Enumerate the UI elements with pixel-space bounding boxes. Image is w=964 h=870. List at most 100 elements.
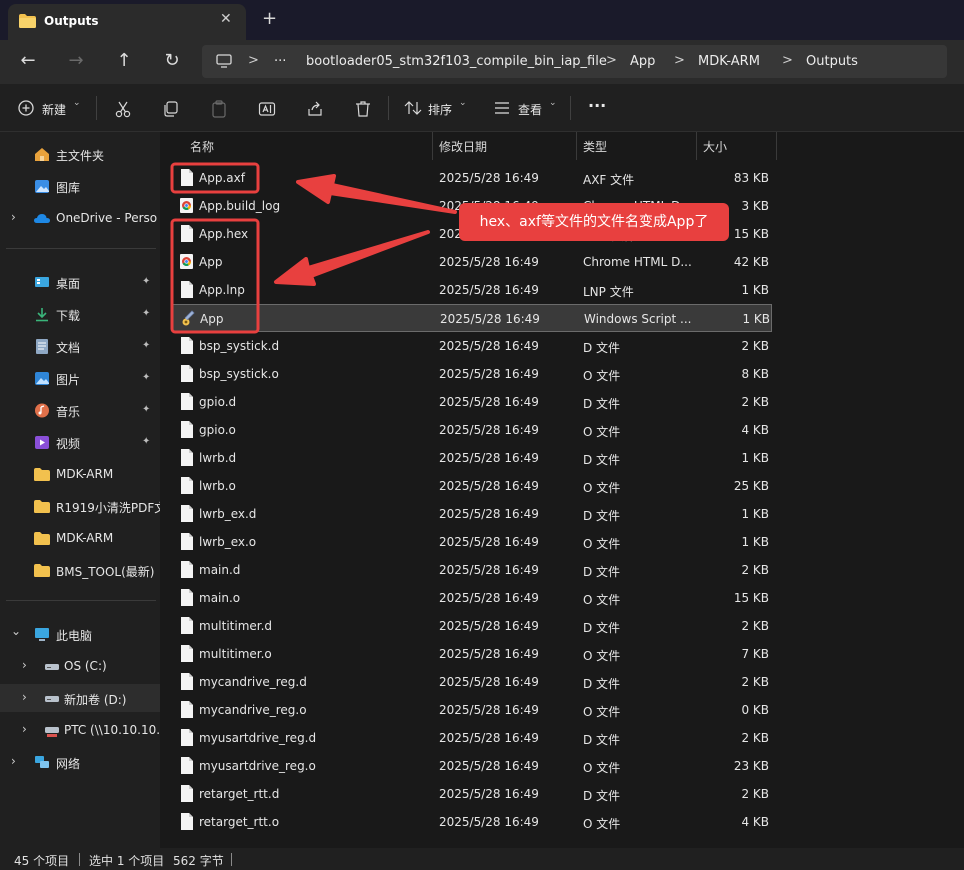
breadcrumb[interactable]: > ··· bootloader05_stm32f103_compile_bin… xyxy=(202,45,947,78)
column-divider[interactable] xyxy=(432,132,433,160)
chevron-right-icon[interactable]: › xyxy=(22,722,27,736)
table-row[interactable]: myusartdrive_reg.d 2025/5/28 16:49 D 文件 2 K… xyxy=(172,724,772,752)
pin-icon[interactable]: ✦ xyxy=(142,404,150,415)
sidebar-item-desktop[interactable]: 桌面 ✦ xyxy=(0,268,160,296)
file-date: 2025/5/28 16:49 xyxy=(439,423,539,437)
file-icon xyxy=(181,477,193,494)
pin-icon[interactable]: ✦ xyxy=(142,436,150,447)
sidebar-item-drive-c[interactable]: › OS (C:) xyxy=(0,652,160,680)
sidebar-item-mdk-arm-2[interactable]: MDK-ARM xyxy=(0,524,160,552)
network-icon xyxy=(35,756,49,768)
table-row[interactable]: gpio.d 2025/5/28 16:49 D 文件 2 KB xyxy=(172,388,772,416)
breadcrumb-item[interactable]: bootloader05_stm32f103_compile_bin_iap_f… xyxy=(306,54,607,69)
table-row[interactable]: retarget_rtt.o 2025/5/28 16:49 O 文件 4 KB xyxy=(172,808,772,836)
table-row[interactable]: bsp_systick.d 2025/5/28 16:49 D 文件 2 KB xyxy=(172,332,772,360)
sidebar-item-downloads[interactable]: 下载 ✦ xyxy=(0,300,160,328)
sidebar-item-videos[interactable]: 视频 ✦ xyxy=(0,428,160,456)
table-row[interactable]: bsp_systick.o 2025/5/28 16:49 O 文件 8 KB xyxy=(172,360,772,388)
sidebar-item-documents[interactable]: 文档 ✦ xyxy=(0,332,160,360)
file-size: 1 KB xyxy=(741,451,769,465)
table-row[interactable]: gpio.o 2025/5/28 16:49 O 文件 4 KB xyxy=(172,416,772,444)
close-icon[interactable]: ✕ xyxy=(220,11,232,27)
sidebar-item-onedrive[interactable]: › OneDrive - Perso xyxy=(0,204,160,232)
breadcrumb-overflow[interactable]: ··· xyxy=(274,54,286,69)
pin-icon[interactable]: ✦ xyxy=(142,340,150,351)
chevron-down-icon: ⌄ xyxy=(73,98,81,108)
table-row[interactable]: multitimer.o 2025/5/28 16:49 O 文件 7 KB xyxy=(172,640,772,668)
file-name: lwrb.o xyxy=(199,479,236,493)
table-row[interactable]: main.o 2025/5/28 16:49 O 文件 15 KB xyxy=(172,584,772,612)
drive-icon xyxy=(45,664,59,670)
tab-outputs[interactable]: Outputs ✕ xyxy=(8,4,246,40)
sidebar-item-this-pc[interactable]: ⌄ 此电脑 xyxy=(0,620,160,648)
table-row[interactable]: mycandrive_reg.o 2025/5/28 16:49 O 文件 0 KB xyxy=(172,696,772,724)
table-row[interactable]: main.d 2025/5/28 16:49 D 文件 2 KB xyxy=(172,556,772,584)
table-row[interactable]: retarget_rtt.d 2025/5/28 16:49 D 文件 2 KB xyxy=(172,780,772,808)
pin-icon[interactable]: ✦ xyxy=(142,372,150,383)
back-button[interactable]: ← xyxy=(16,50,40,74)
column-type[interactable]: 类型 xyxy=(583,138,607,155)
sidebar-item-home[interactable]: 主文件夹 xyxy=(0,140,160,168)
share-icon[interactable] xyxy=(306,98,324,120)
sidebar-item-mdk-arm[interactable]: MDK-ARM xyxy=(0,460,160,488)
table-row[interactable]: mycandrive_reg.d 2025/5/28 16:49 D 文件 2 KB xyxy=(172,668,772,696)
sidebar-item-network[interactable]: › 网络 xyxy=(0,748,160,776)
sidebar-item-pictures[interactable]: 图片 ✦ xyxy=(0,364,160,392)
sidebar-item-bms-tool[interactable]: BMS_TOOL(最新) xyxy=(0,556,160,584)
column-divider[interactable] xyxy=(576,132,577,160)
table-row[interactable]: lwrb_ex.o 2025/5/28 16:49 O 文件 1 KB xyxy=(172,528,772,556)
breadcrumb-item[interactable]: Outputs xyxy=(806,54,858,69)
table-row[interactable]: lwrb.o 2025/5/28 16:49 O 文件 25 KB xyxy=(172,472,772,500)
table-row[interactable]: myusartdrive_reg.o 2025/5/28 16:49 O 文件 23 … xyxy=(172,752,772,780)
sidebar-item-drive-d[interactable]: › 新加卷 (D:) xyxy=(0,684,160,712)
column-date[interactable]: 修改日期 xyxy=(439,138,487,155)
table-row[interactable]: lwrb.d 2025/5/28 16:49 D 文件 1 KB xyxy=(172,444,772,472)
column-name[interactable]: 名称 xyxy=(190,138,214,155)
breadcrumb-item[interactable]: MDK-ARM xyxy=(698,54,760,69)
file-type: D 文件 xyxy=(583,509,621,523)
pin-icon[interactable]: ✦ xyxy=(142,308,150,319)
sidebar-item-gallery[interactable]: 图库 xyxy=(0,172,160,200)
file-name: bsp_systick.d xyxy=(199,339,280,353)
file-icon xyxy=(181,813,193,830)
new-tab-button[interactable]: + xyxy=(262,8,277,29)
table-row[interactable]: App 2025/5/28 16:49 Windows Script ... 1 KB xyxy=(172,304,772,332)
sidebar-item-music[interactable]: 音乐 ✦ xyxy=(0,396,160,424)
chevron-right-icon[interactable]: › xyxy=(22,690,27,704)
chevron-down-icon[interactable]: ⌄ xyxy=(11,624,21,638)
breadcrumb-item[interactable]: App xyxy=(630,54,655,69)
column-divider[interactable] xyxy=(776,132,777,160)
file-type: LNP 文件 xyxy=(583,285,634,299)
copy-icon[interactable] xyxy=(162,98,180,120)
refresh-button[interactable]: ↻ xyxy=(160,50,184,74)
chevron-right-icon[interactable]: › xyxy=(22,658,27,672)
table-row[interactable]: App.lnp 2025/5/28 16:49 LNP 文件 1 KB xyxy=(172,276,772,304)
cut-icon[interactable] xyxy=(114,98,132,120)
table-row[interactable]: multitimer.d 2025/5/28 16:49 D 文件 2 KB xyxy=(172,612,772,640)
file-type: D 文件 xyxy=(583,789,621,803)
paste-icon[interactable] xyxy=(210,98,228,120)
more-options-icon[interactable]: ··· xyxy=(588,96,606,118)
column-divider[interactable] xyxy=(696,132,697,160)
chevron-right-icon[interactable]: › xyxy=(11,210,16,224)
chevron-right-icon[interactable]: › xyxy=(11,754,16,768)
divider xyxy=(79,853,80,866)
forward-button[interactable]: → xyxy=(64,50,88,74)
delete-icon[interactable] xyxy=(354,98,372,120)
file-type: O 文件 xyxy=(583,705,621,719)
rename-icon[interactable] xyxy=(258,98,276,120)
column-size[interactable]: 大小 xyxy=(703,138,727,155)
table-row[interactable]: App.axf 2025/5/28 16:49 AXF 文件 83 KB xyxy=(172,164,772,192)
file-date: 2025/5/28 16:49 xyxy=(439,591,539,605)
up-button[interactable]: ↑ xyxy=(112,50,136,74)
table-row[interactable]: lwrb_ex.d 2025/5/28 16:49 D 文件 1 KB xyxy=(172,500,772,528)
sidebar-item-r1919[interactable]: R1919小清洗PDF文 xyxy=(0,492,160,520)
file-name: lwrb.d xyxy=(199,451,237,465)
table-row[interactable]: App 2025/5/28 16:49 Chrome HTML D... 42 KB xyxy=(172,248,772,276)
file-icon xyxy=(181,449,193,466)
file-type: D 文件 xyxy=(583,733,621,747)
file-size: 2 KB xyxy=(741,675,769,689)
pin-icon[interactable]: ✦ xyxy=(142,276,150,287)
file-date: 2025/5/28 16:49 xyxy=(439,507,539,521)
sidebar-item-network-drive[interactable]: › PTC (\\10.10.10.1 xyxy=(0,716,160,744)
